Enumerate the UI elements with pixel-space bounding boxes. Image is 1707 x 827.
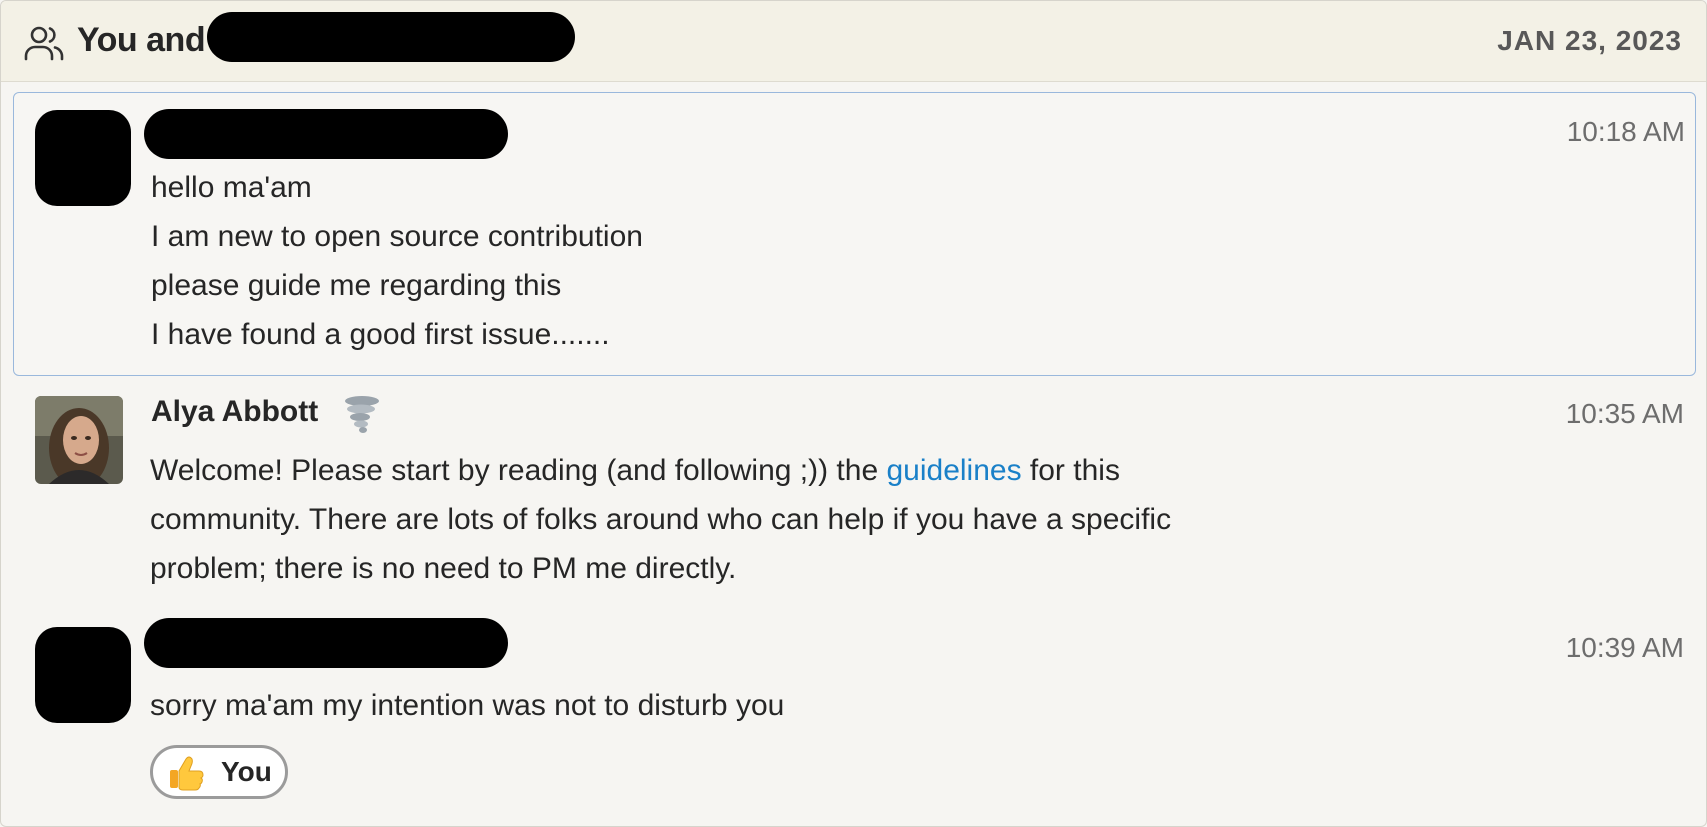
message-text: for this bbox=[1021, 454, 1120, 487]
redacted-recipient-name bbox=[207, 12, 575, 62]
redacted-sender-name bbox=[144, 109, 508, 159]
message-line: I have found a good first issue....... bbox=[151, 318, 610, 351]
message-timestamp[interactable]: 10:35 AM bbox=[1566, 398, 1684, 430]
avatar[interactable] bbox=[35, 627, 131, 723]
message-view: You and JAN 23, 2023 10:18 AM hello ma'a… bbox=[0, 0, 1707, 827]
tornado-icon bbox=[345, 396, 379, 433]
redacted-sender-name bbox=[144, 618, 508, 668]
message-row[interactable]: 10:18 AM hello ma'am I am new to open so… bbox=[13, 92, 1696, 376]
message-line: I am new to open source contribution bbox=[151, 220, 643, 253]
message-content: sorry ma'am my intention was not to dist… bbox=[150, 681, 784, 730]
reaction-button[interactable]: You bbox=[150, 745, 288, 799]
message-line: community. There are lots of folks aroun… bbox=[150, 503, 1172, 536]
date-label: JAN 23, 2023 bbox=[1497, 25, 1682, 56]
message-line: Welcome! Please start by reading (and fo… bbox=[150, 446, 1171, 495]
recipient-bar[interactable]: You and JAN 23, 2023 bbox=[1, 1, 1706, 82]
guidelines-link[interactable]: guidelines bbox=[886, 454, 1021, 487]
avatar[interactable] bbox=[35, 396, 123, 484]
message-timestamp[interactable]: 10:18 AM bbox=[1567, 116, 1685, 148]
message-line: problem; there is no need to PM me direc… bbox=[150, 552, 737, 585]
thumbs-up-icon bbox=[170, 756, 204, 791]
message-text: Welcome! Please start by reading (and fo… bbox=[150, 454, 887, 487]
message-line: sorry ma'am my intention was not to dist… bbox=[150, 689, 785, 722]
message-content: Welcome! Please start by reading (and fo… bbox=[150, 446, 1171, 593]
message-row[interactable]: Alya Abbott 10:35 AM Welcome! Please sta… bbox=[13, 385, 1694, 595]
message-content: hello ma'am I am new to open source cont… bbox=[151, 163, 643, 359]
message-timestamp[interactable]: 10:39 AM bbox=[1566, 632, 1684, 664]
conversation-title: You and bbox=[77, 21, 206, 59]
message-line: hello ma'am bbox=[151, 171, 312, 204]
reaction-label: You bbox=[221, 756, 272, 787]
message-line: please guide me regarding this bbox=[151, 269, 562, 302]
users-icon bbox=[24, 26, 64, 61]
sender-name[interactable]: Alya Abbott bbox=[151, 395, 318, 429]
avatar[interactable] bbox=[35, 110, 131, 206]
